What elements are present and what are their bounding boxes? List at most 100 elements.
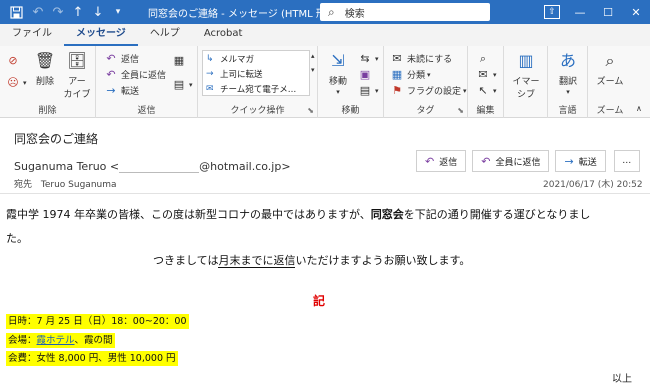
language-group: あ 翻訳 ▾ 言語 bbox=[548, 46, 588, 118]
calendar-icon: ▦ bbox=[173, 54, 185, 67]
related-icon: ✉ bbox=[478, 68, 488, 81]
collapse-ribbon-icon[interactable]: ∧ bbox=[636, 104, 642, 113]
zoom-button[interactable]: ⌕ ズーム bbox=[592, 50, 628, 87]
categorize-button[interactable]: ▦ 分類 ▾ bbox=[390, 68, 431, 81]
language-group-label: 言語 bbox=[558, 106, 577, 116]
quick-step-mailmag[interactable]: ↳ メルマガ bbox=[203, 51, 309, 66]
message-subject: 同窓会のご連絡 bbox=[14, 132, 99, 146]
detail-venue: 会場：霞ホテル、霞の間 bbox=[6, 333, 115, 348]
respond-group: ↶ 返信 ↶ 全員に返信 → 転送 ▦ ▤ ▾ 返信 bbox=[96, 46, 198, 118]
move-button[interactable]: ⇲ 移動 ▾ bbox=[322, 50, 354, 97]
customize-icon[interactable]: ▾ bbox=[108, 7, 128, 17]
follow-up-button[interactable]: ⚑ フラグの設定 ▾ bbox=[390, 84, 466, 97]
tab-help[interactable]: ヘルプ bbox=[138, 24, 192, 46]
undo-icon[interactable]: ↶ bbox=[28, 5, 48, 20]
edit-group-label: 編集 bbox=[476, 106, 495, 116]
rules-button[interactable]: ⇆ ▾ bbox=[358, 52, 378, 65]
categorize-icon: ▦ bbox=[391, 68, 403, 81]
zoom-group: ⌕ ズーム ズーム bbox=[588, 46, 632, 118]
more-icon: ▤ bbox=[173, 78, 185, 91]
message-recipients: 宛先 Teruo Suganuma bbox=[14, 177, 117, 190]
zoom-group-label: ズーム bbox=[596, 106, 624, 116]
unread-envelope-icon: ✉ bbox=[392, 52, 402, 65]
cursor-icon: ↖ bbox=[478, 84, 488, 97]
up-arrow-icon[interactable]: ↑ bbox=[68, 5, 88, 20]
save-icon[interactable] bbox=[8, 4, 24, 20]
move-group-label: 移動 bbox=[341, 106, 360, 116]
redo-icon[interactable]: ↷ bbox=[48, 5, 68, 20]
select-button[interactable]: ↖ ▾ bbox=[476, 84, 496, 97]
actions-button[interactable]: ▤ ▾ bbox=[358, 84, 379, 97]
respond-group-label: 返信 bbox=[137, 106, 156, 116]
ribbon-display-icon[interactable]: ⇧ bbox=[538, 0, 566, 24]
more-respond-button[interactable]: ▤ ▾ bbox=[172, 78, 193, 91]
tab-file[interactable]: ファイル bbox=[0, 24, 64, 46]
quick-access-toolbar: ↶ ↷ ↑ ↓ ▾ bbox=[28, 5, 128, 20]
reply-ribbon-button[interactable]: ↶ 返信 bbox=[104, 52, 139, 65]
minimize-icon[interactable]: — bbox=[566, 0, 594, 24]
ribbon-tabs: ファイル メッセージ ヘルプ Acrobat bbox=[0, 24, 650, 46]
forward-ribbon-button[interactable]: → 転送 bbox=[104, 84, 139, 97]
forward-button[interactable]: → 転送 bbox=[555, 150, 606, 172]
sender-domain: @hotmail.co.jp> bbox=[199, 160, 291, 173]
delete-group: ⊘ ☹ ▾ 🗑 削除 🗄 アー カイブ 削除 bbox=[0, 46, 96, 118]
venue-link[interactable]: 霞ホテル bbox=[37, 335, 75, 346]
onenote-icon: ▣ bbox=[359, 68, 371, 81]
detail-fee: 会費：女性 8,000 円、男性 10,000 円 bbox=[6, 351, 178, 366]
move-folder-icon: ⇲ bbox=[331, 51, 345, 70]
immersive-group: ▥ イマー シブ bbox=[504, 46, 548, 118]
flag-icon: ⚑ bbox=[392, 84, 402, 97]
quick-steps-up[interactable]: ▴ bbox=[311, 52, 315, 60]
move-group: ⇲ 移動 ▾ ⇆ ▾ ▣ ▤ ▾ 移動 bbox=[318, 46, 384, 118]
body-bold-reunion: 同窓会 bbox=[370, 208, 404, 221]
mark-unread-button[interactable]: ✉ 未読にする bbox=[390, 52, 452, 65]
quick-steps-launcher-icon[interactable]: ⬊ bbox=[307, 106, 314, 115]
mail-icon: ✉ bbox=[206, 83, 214, 94]
tags-group: ✉ 未読にする ▦ 分類 ▾ ⚑ フラグの設定 ▾ タグ ⬊ bbox=[384, 46, 468, 118]
related-button[interactable]: ✉ ▾ bbox=[476, 68, 496, 81]
search-box[interactable]: ⌕ 検索 bbox=[320, 3, 490, 21]
onenote-button[interactable]: ▣ bbox=[358, 68, 375, 81]
recipient-name[interactable]: Teruo Suganuma bbox=[41, 180, 117, 190]
actions-icon: ▤ bbox=[359, 84, 371, 97]
tab-message[interactable]: メッセージ bbox=[64, 24, 138, 46]
reply-button[interactable]: ↶ 返信 bbox=[416, 150, 467, 172]
to-label: 宛先 bbox=[14, 180, 33, 190]
search-icon: ⌕ bbox=[479, 52, 487, 65]
closing-text: 以上 bbox=[612, 374, 632, 385]
forward-icon: → bbox=[564, 154, 574, 168]
window-title: 同窓会のご連絡 - メッセージ (HTML 形式) bbox=[148, 8, 340, 20]
redacted-address bbox=[119, 161, 200, 173]
header-divider bbox=[0, 193, 650, 194]
ignore-button[interactable]: ⊘ bbox=[6, 54, 23, 67]
reply-all-ribbon-button[interactable]: ↶ 全員に返信 bbox=[104, 68, 166, 81]
zoom-icon: ⌕ bbox=[605, 51, 615, 70]
ribbon: ⊘ ☹ ▾ 🗑 削除 🗄 アー カイブ 削除 ↶ 返信 ↶ 全員に返信 → 転送 ▦ ▤… bbox=[0, 46, 650, 118]
message-sender[interactable]: Suganuma Teruo < @hotmail.co.jp> bbox=[14, 160, 291, 173]
quick-steps-down[interactable]: ▾ bbox=[311, 66, 315, 74]
find-button[interactable]: ⌕ bbox=[476, 52, 493, 66]
immersive-reader-button[interactable]: ▥ イマー シブ bbox=[508, 50, 544, 100]
quick-step-team-email[interactable]: ✉ チーム宛て電子メ… bbox=[203, 81, 309, 96]
detail-datetime: 日時：7 月 25 日（日）18：00~20：00 bbox=[6, 314, 189, 329]
more-actions-button[interactable]: … bbox=[613, 150, 640, 172]
body-paragraph-1: 霞中学 1974 年卒業の皆様、この度は新型コロナの最中ではありますが、同窓会を… bbox=[6, 208, 591, 221]
down-arrow-icon[interactable]: ↓ bbox=[88, 5, 108, 20]
quick-steps-group-label: クイック操作 bbox=[230, 106, 285, 116]
message-actions: ↶ 返信 ↶ 全員に返信 → 転送 … bbox=[416, 150, 640, 172]
translate-icon: あ bbox=[559, 51, 576, 70]
delete-button[interactable]: 🗑 削除 bbox=[30, 50, 60, 87]
archive-button[interactable]: 🗄 アー カイブ bbox=[62, 50, 92, 100]
close-icon[interactable]: ✕ bbox=[622, 0, 650, 24]
maximize-icon[interactable]: ☐ bbox=[594, 0, 622, 24]
archive-icon: 🗄 bbox=[66, 51, 88, 70]
quick-step-forward-boss[interactable]: → 上司に転送 bbox=[203, 66, 309, 81]
title-bar: ↶ ↷ ↑ ↓ ▾ 同窓会のご連絡 - メッセージ (HTML 形式) ⌕ 検索… bbox=[0, 0, 650, 24]
junk-button[interactable]: ☹ ▾ bbox=[6, 76, 26, 89]
reply-all-button[interactable]: ↶ 全員に返信 bbox=[472, 150, 550, 172]
tab-acrobat[interactable]: Acrobat bbox=[192, 24, 255, 46]
translate-button[interactable]: あ 翻訳 ▾ bbox=[552, 50, 584, 97]
window-controls: ⇧ — ☐ ✕ bbox=[538, 0, 650, 24]
meeting-button[interactable]: ▦ bbox=[172, 54, 189, 67]
tags-launcher-icon[interactable]: ⬊ bbox=[457, 106, 464, 115]
